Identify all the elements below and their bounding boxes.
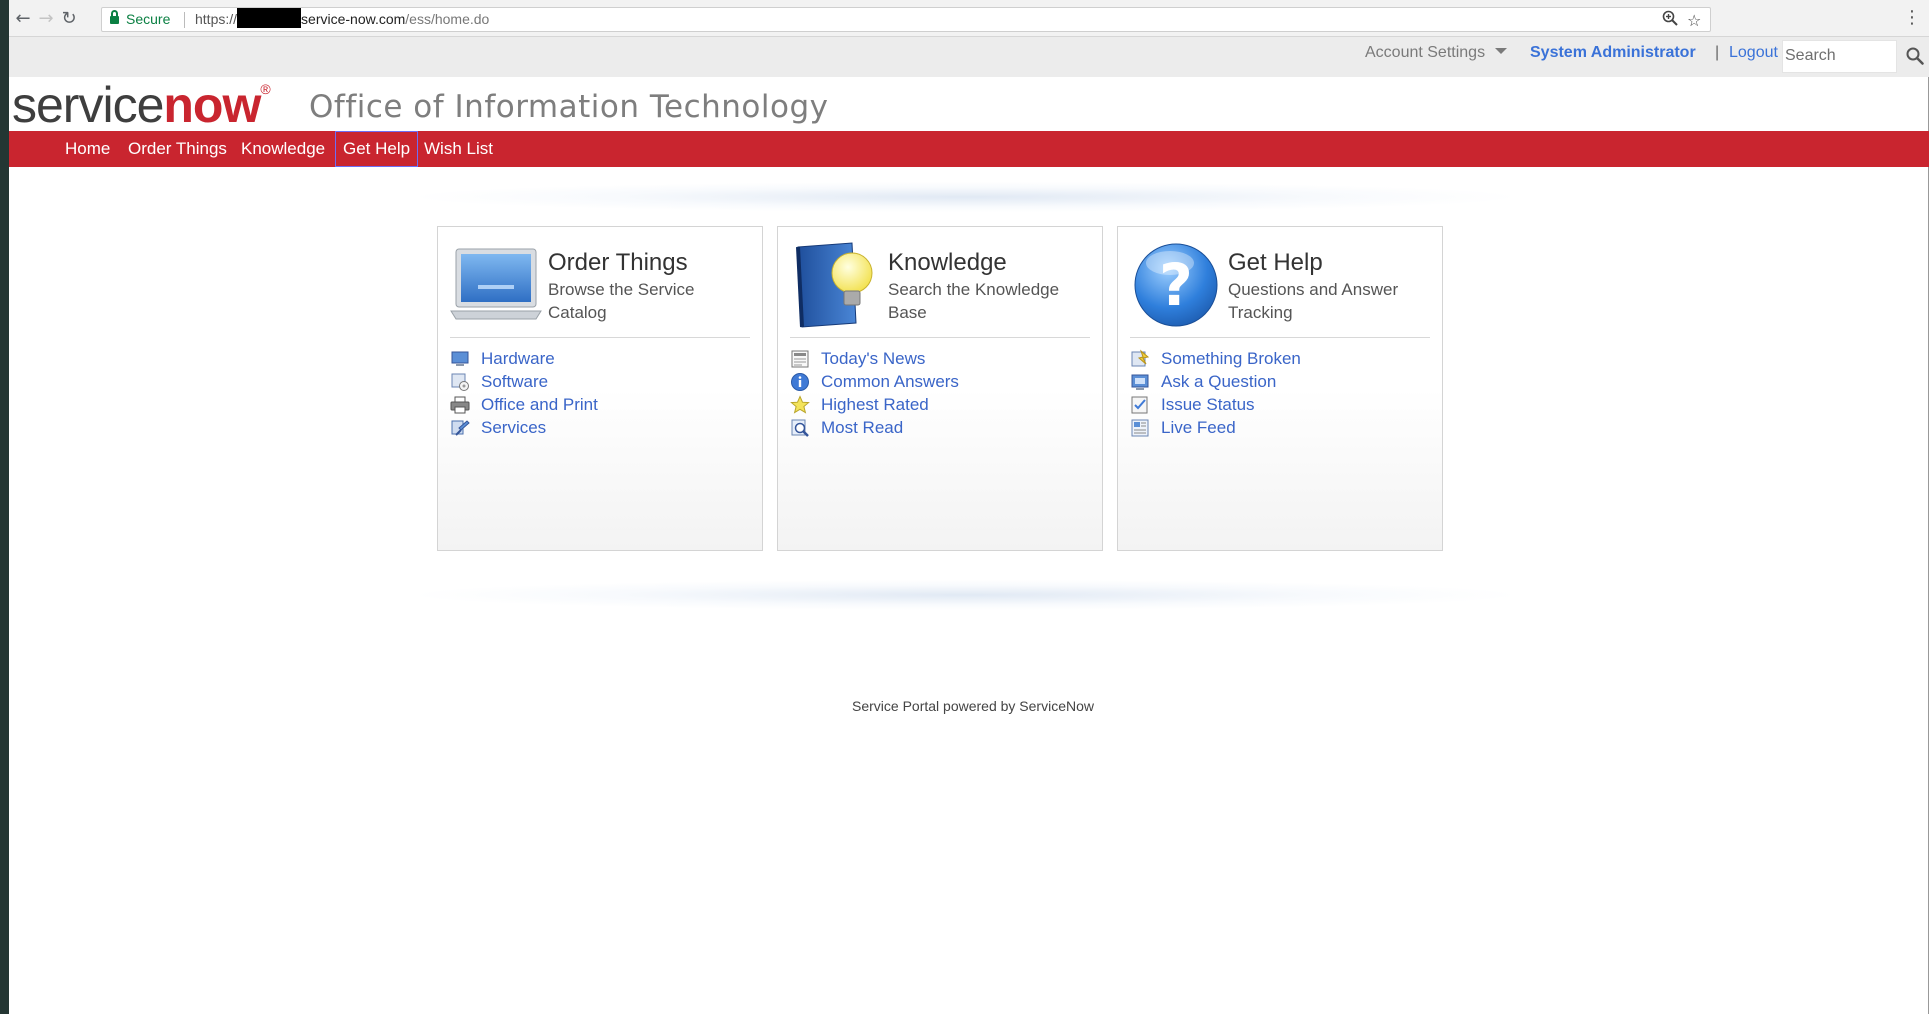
software-icon <box>451 373 469 391</box>
logo-service-text: service <box>12 77 164 133</box>
forward-arrow-icon[interactable]: → <box>36 9 56 29</box>
bookmark-star-icon[interactable]: ☆ <box>1687 9 1701 32</box>
link-live-feed[interactable]: Live Feed <box>1161 418 1236 438</box>
list-item[interactable]: Ask a Question <box>1130 370 1301 393</box>
search-input[interactable] <box>1785 47 1894 65</box>
decorative-glow-bottom <box>420 580 1510 610</box>
address-separator <box>184 12 185 28</box>
link-list: Something Broken Ask a Question Issue St… <box>1130 347 1301 439</box>
link-services[interactable]: Services <box>481 418 546 438</box>
reload-icon[interactable]: ↻ <box>59 9 79 29</box>
info-icon <box>791 372 809 391</box>
link-list: Today's News Common Answers Highest Rate… <box>790 347 959 439</box>
news-icon <box>791 350 809 367</box>
url-host: service-now.com <box>301 11 406 27</box>
address-bar[interactable]: Secure https:// service-now.com/ess/home.… <box>101 7 1711 32</box>
link-todays-news[interactable]: Today's News <box>821 349 925 369</box>
services-icon <box>451 419 470 436</box>
svg-text:?: ? <box>1159 251 1193 319</box>
account-settings-menu[interactable]: Account Settings <box>1365 44 1508 62</box>
star-icon <box>790 394 810 414</box>
link-common-answers[interactable]: Common Answers <box>821 372 959 392</box>
list-item[interactable]: Hardware <box>450 347 598 370</box>
card-title[interactable]: Get Help <box>1228 249 1323 277</box>
user-name-link[interactable]: System Administrator <box>1530 44 1696 62</box>
utility-separator: | <box>1715 44 1720 61</box>
menu-item-wish-list[interactable]: Wish List <box>417 131 500 167</box>
question-mark-icon[interactable]: ? <box>1130 239 1222 331</box>
footer-text: Service Portal powered by ServiceNow <box>852 698 1094 714</box>
url-text[interactable]: https:// service-now.com/ess/home.do <box>195 8 489 31</box>
list-item[interactable]: Services <box>450 416 598 439</box>
browser-menu-icon[interactable]: ⋮ <box>1903 7 1921 28</box>
link-most-read[interactable]: Most Read <box>821 418 903 438</box>
main-menu: Home Order Things Knowledge Get Help Wis… <box>9 131 1929 167</box>
card-title[interactable]: Knowledge <box>888 249 1007 277</box>
search-field[interactable] <box>1782 40 1897 73</box>
card-subtitle: Search the Knowledge Base <box>888 280 1060 322</box>
url-scheme: https:// <box>195 11 238 27</box>
broken-icon <box>1131 348 1150 366</box>
card-knowledge: Knowledge Search the Knowledge Base Toda… <box>777 226 1103 551</box>
card-divider <box>1130 337 1430 338</box>
list-item[interactable]: Something Broken <box>1130 347 1301 370</box>
logo-now-text: now <box>163 77 261 133</box>
card-get-help: ? Get Help Questions and Answer Tracking… <box>1117 226 1443 551</box>
logout-link[interactable]: Logout <box>1729 44 1778 62</box>
list-item[interactable]: Highest Rated <box>790 393 959 416</box>
card-subtitle: Questions and Answer Tracking <box>1228 280 1399 322</box>
chevron-down-icon <box>1495 48 1508 54</box>
status-icon <box>1131 396 1148 413</box>
account-settings-label: Account Settings <box>1365 44 1486 61</box>
card-divider <box>450 337 750 338</box>
laptop-icon[interactable] <box>450 239 542 331</box>
browser-toolbar: ← → ↻ Secure https:// service-now.com/ess… <box>9 0 1929 37</box>
list-item[interactable]: Software <box>450 370 598 393</box>
monitor-icon <box>451 351 469 366</box>
link-issue-status[interactable]: Issue Status <box>1161 395 1255 415</box>
link-list: Hardware Software Office and Print Servi… <box>450 347 598 439</box>
link-something-broken[interactable]: Something Broken <box>1161 349 1301 369</box>
link-hardware[interactable]: Hardware <box>481 349 555 369</box>
back-arrow-icon[interactable]: ← <box>13 9 33 29</box>
utility-bar: Account Settings System Administrator | … <box>9 37 1929 77</box>
card-title[interactable]: Order Things <box>548 249 688 277</box>
link-office-and-print[interactable]: Office and Print <box>481 395 598 415</box>
card-order-things: Order Things Browse the Service Catalog … <box>437 226 763 551</box>
logo-registered-mark: ® <box>260 81 270 97</box>
url-path: /ess/home.do <box>405 11 490 27</box>
card-subtitle: Browse the Service Catalog <box>548 280 695 322</box>
feed-icon <box>1131 419 1149 436</box>
lock-icon <box>110 10 119 25</box>
ask-icon <box>1131 374 1149 390</box>
link-highest-rated[interactable]: Highest Rated <box>821 395 929 415</box>
list-item[interactable]: Office and Print <box>450 393 598 416</box>
link-ask-a-question[interactable]: Ask a Question <box>1161 372 1276 392</box>
servicenow-logo[interactable]: servicenow® <box>12 77 271 133</box>
link-software[interactable]: Software <box>481 372 548 392</box>
list-item[interactable]: Issue Status <box>1130 393 1301 416</box>
list-item[interactable]: Live Feed <box>1130 416 1301 439</box>
menu-item-order-things[interactable]: Order Things <box>121 131 234 167</box>
book-lightbulb-icon[interactable] <box>790 239 882 331</box>
menu-item-home[interactable]: Home <box>58 131 117 167</box>
menu-item-knowledge[interactable]: Knowledge <box>234 131 332 167</box>
desktop-edge <box>0 0 9 1014</box>
decorative-glow-top <box>420 182 1510 212</box>
menu-item-get-help[interactable]: Get Help <box>335 131 419 167</box>
magnifier-icon <box>791 419 809 437</box>
list-item[interactable]: Today's News <box>790 347 959 370</box>
department-title: Office of Information Technology <box>309 89 829 125</box>
secure-label: Secure <box>126 11 171 27</box>
card-divider <box>790 337 1090 338</box>
redacted-block <box>237 8 302 28</box>
search-icon[interactable] <box>1906 47 1926 67</box>
list-item[interactable]: Most Read <box>790 416 959 439</box>
list-item[interactable]: Common Answers <box>790 370 959 393</box>
zoom-icon[interactable] <box>1662 9 1678 32</box>
printer-icon <box>450 396 470 413</box>
